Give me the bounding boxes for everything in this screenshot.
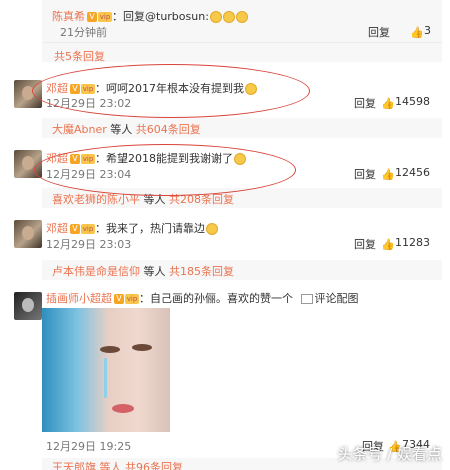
watermark: 头条号 / 娱看点	[337, 445, 442, 463]
reply-button[interactable]: 回复	[354, 166, 376, 182]
picture-icon	[300, 294, 313, 304]
reply-author[interactable]: 喜欢老狮的陈小平	[52, 193, 140, 206]
like-count: 11283	[395, 236, 430, 249]
like-button[interactable]: 👍3	[410, 24, 431, 39]
more-replies-link[interactable]: 王天郎旗 等人 共96条回复	[52, 459, 183, 470]
reply-author[interactable]: 卢本伟是命是信仰	[52, 265, 140, 278]
more-replies-link[interactable]: 大魔Abner 等人 共604条回复	[52, 121, 201, 137]
reply-box: 陈真希 Vvip ：回复@turbosun: 21分钟前 回复 👍3 共5条回复	[42, 0, 442, 64]
emoji-icon	[222, 11, 235, 23]
member-badge-icon: vip	[81, 224, 95, 234]
comment-time: 12月29日 19:25	[46, 440, 132, 453]
comment-author[interactable]: 邓超	[46, 222, 68, 235]
avatar[interactable]	[14, 220, 42, 248]
emoji-icon	[206, 223, 218, 235]
comment-picture-link[interactable]: 评论配图	[315, 292, 359, 305]
thumbs-up-icon: 👍	[381, 168, 395, 181]
reply-author[interactable]: 大魔Abner	[52, 123, 107, 136]
more-replies-count[interactable]: 共604条回复	[136, 123, 201, 136]
reply-button[interactable]: 回复	[368, 24, 390, 40]
divider	[42, 42, 442, 43]
more-replies-box: 大魔Abner 等人 共604条回复	[42, 118, 442, 138]
like-button[interactable]: 👍12456	[381, 166, 430, 181]
more-replies-box: 卢本伟是命是信仰 等人 共185条回复	[42, 260, 442, 280]
comment-row: 邓超 Vvip ：我来了，热门请靠边 12月29日 23:03 回复 👍11283 …	[0, 212, 450, 282]
comment-image[interactable]	[42, 308, 170, 432]
like-count: 14598	[395, 95, 430, 108]
more-replies-link[interactable]: 卢本伟是命是信仰 等人 共185条回复	[52, 263, 234, 279]
reply-button[interactable]: 回复	[354, 236, 376, 252]
highlight-circle	[34, 144, 296, 196]
more-replies-link[interactable]: 共5条回复	[54, 48, 105, 64]
member-badge-icon: vip	[98, 12, 112, 22]
reply-button[interactable]: 回复	[354, 95, 376, 111]
comment-author[interactable]: 插画师小超超	[46, 292, 112, 305]
like-button[interactable]: 👍11283	[381, 236, 430, 251]
thumbs-up-icon: 👍	[381, 238, 395, 251]
verified-badge-icon: V	[114, 294, 124, 304]
like-button[interactable]: 👍14598	[381, 95, 430, 110]
thumbs-up-icon: 👍	[410, 26, 424, 39]
reply-time: 21分钟前	[60, 26, 107, 39]
highlight-circle	[32, 64, 310, 118]
like-count: 12456	[395, 166, 430, 179]
comment-text: ：我来了，热门请靠边	[95, 222, 205, 235]
reply-author[interactable]: 陈真希	[52, 10, 85, 23]
emoji-icon	[235, 11, 248, 23]
more-replies-mid: 等人	[140, 265, 169, 278]
emoji-icon	[209, 11, 222, 23]
thumbs-up-icon: 👍	[381, 97, 395, 110]
avatar[interactable]	[14, 292, 42, 320]
more-replies-mid: 等人	[106, 123, 136, 136]
comment-feed: 陈真希 Vvip ：回复@turbosun: 21分钟前 回复 👍3 共5条回复 邓…	[0, 0, 450, 470]
reply-item: 陈真希 Vvip ：回复@turbosun:	[52, 8, 248, 24]
verified-badge-icon: V	[87, 12, 97, 22]
member-badge-icon: vip	[125, 294, 139, 304]
reply-text: ：回复@turbosun:	[112, 10, 209, 23]
verified-badge-icon: V	[70, 224, 80, 234]
like-count: 3	[424, 24, 431, 37]
comment-time: 12月29日 23:03	[46, 238, 132, 251]
comment-text: ：自己画的孙俪。喜欢的赞一个	[139, 292, 293, 305]
more-replies-count[interactable]: 共185条回复	[169, 265, 234, 278]
